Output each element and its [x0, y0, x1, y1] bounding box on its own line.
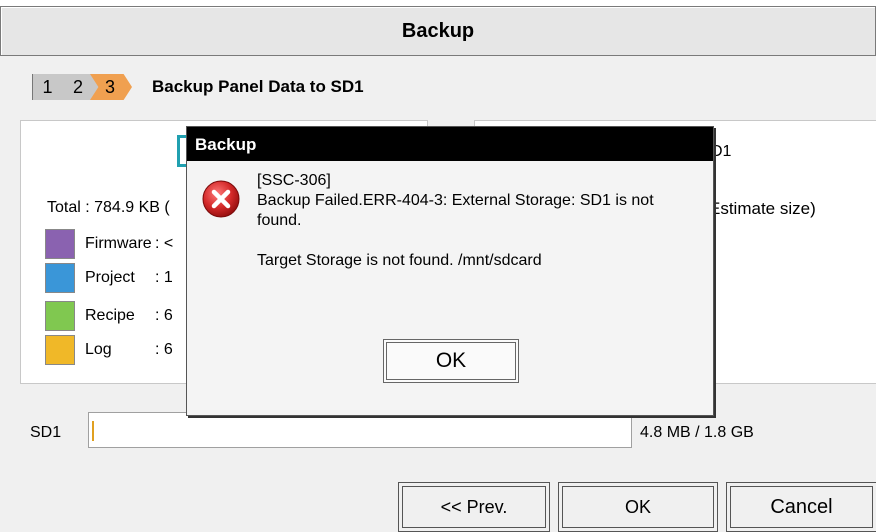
firmware-swatch [45, 229, 75, 259]
legend-value: : 6 [155, 341, 173, 358]
legend-label: Firmware [85, 235, 152, 252]
storage-progress-fill [92, 421, 94, 441]
step-title: Backup Panel Data to SD1 [152, 77, 364, 96]
estimate-size: Estimate size) [709, 199, 816, 218]
prev-button[interactable]: << Prev. [398, 482, 550, 532]
error-message: Backup Failed.ERR-404-3: External Storag… [257, 192, 654, 229]
cancel-button[interactable]: Cancel [726, 482, 876, 532]
log-swatch [45, 335, 75, 365]
project-swatch [45, 263, 75, 293]
recipe-swatch [45, 301, 75, 331]
dialog-message: [SSC-306] Backup Failed.ERR-404-3: Exter… [257, 171, 697, 271]
legend-label: Log [85, 341, 112, 358]
legend-value: : 1 [155, 269, 173, 286]
legend-value: : < [155, 235, 174, 252]
dialog-title: Backup [187, 127, 713, 161]
legend-label: Recipe [85, 307, 135, 324]
legend-value: : 6 [155, 307, 173, 324]
storage-label: SD1 [30, 424, 62, 441]
legend-label: Project [85, 269, 135, 286]
target-title: D1 [711, 143, 732, 160]
window-title: Backup [0, 6, 876, 56]
total-size: Total : 784.9 KB ( [47, 199, 170, 216]
storage-usage: 4.8 MB / 1.8 GB [640, 424, 754, 441]
storage-progress-bar [88, 412, 632, 448]
ok-button[interactable]: OK [558, 482, 718, 532]
error-icon [202, 180, 240, 218]
error-detail: Target Storage is not found. /mnt/sdcard [257, 252, 542, 269]
dialog-ok-button[interactable]: OK [383, 339, 519, 383]
error-code: [SSC-306] [257, 172, 331, 189]
error-dialog: Backup [SSC-306] Backup Failed.ERR-404-3… [186, 126, 714, 416]
